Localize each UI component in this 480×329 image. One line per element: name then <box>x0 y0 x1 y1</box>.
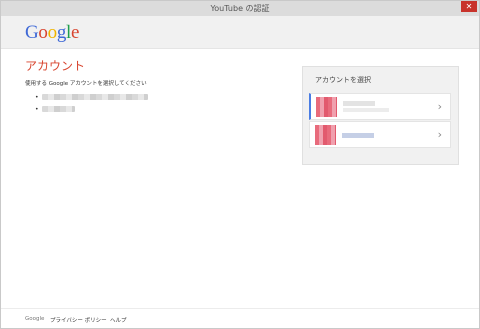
redacted-account-email <box>42 94 148 100</box>
page-header: Google <box>1 16 479 49</box>
auth-window: YouTube の認証 ✕ Google アカウント 使用する Google ア… <box>0 0 480 329</box>
google-logo: Google <box>25 22 80 43</box>
privacy-policy-link[interactable]: プライバシー ポリシー <box>50 316 107 324</box>
avatar <box>315 125 336 145</box>
window-title: YouTube の認証 <box>210 4 270 13</box>
page-subtitle: 使用する Google アカウントを選択してください <box>25 81 147 87</box>
redacted-account-email <box>42 106 75 112</box>
avatar <box>316 97 337 117</box>
page-footer: Google プライバシー ポリシー ヘルプ <box>1 308 479 329</box>
bullet-icon: • <box>35 106 39 113</box>
redacted-account-email <box>343 108 389 112</box>
account-option-2[interactable]: › <box>309 121 451 148</box>
chooser-title: アカウントを選択 <box>315 76 371 84</box>
redacted-account-name <box>343 101 375 106</box>
page-heading: アカウント <box>25 59 86 73</box>
help-link[interactable]: ヘルプ <box>110 316 127 324</box>
bullet-icon: • <box>35 94 39 101</box>
title-bar[interactable]: YouTube の認証 ✕ <box>1 1 479 16</box>
close-button[interactable]: ✕ <box>461 1 477 12</box>
chevron-right-icon: › <box>437 100 442 113</box>
account-chooser: アカウントを選択 › › <box>302 66 459 165</box>
footer-brand: Google <box>25 316 45 322</box>
redacted-account-name <box>342 133 374 138</box>
account-option-1[interactable]: › <box>309 93 451 120</box>
chevron-right-icon: › <box>437 128 442 141</box>
